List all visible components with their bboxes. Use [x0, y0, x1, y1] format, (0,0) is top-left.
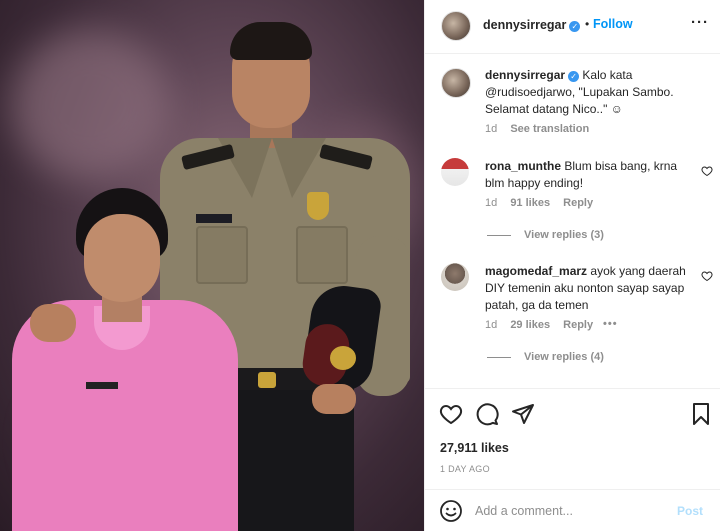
more-options-icon[interactable]: ···	[691, 14, 709, 31]
comment-username[interactable]: magomedaf_marz	[485, 264, 587, 278]
comment-age: 1d	[485, 197, 498, 209]
caption-username[interactable]: dennysirregar ✓	[485, 68, 580, 82]
post-date: 1 DAY AGO	[440, 464, 490, 474]
name-tag	[196, 214, 232, 223]
comment-options-icon[interactable]: •••	[603, 318, 618, 330]
belt-buckle	[258, 372, 276, 388]
comment-age: 1d	[485, 319, 498, 331]
heart-icon[interactable]	[439, 402, 463, 426]
post-image[interactable]	[0, 0, 424, 531]
reply-button[interactable]: Reply	[563, 197, 593, 209]
commenter-avatar[interactable]	[441, 263, 469, 291]
post-actions: 27,911 likes 1 DAY AGO	[425, 388, 720, 488]
comment-meta: 1d 91 likes Reply	[485, 197, 593, 209]
comment-like-count[interactable]: 29 likes	[510, 319, 550, 331]
bookmark-icon[interactable]	[689, 402, 713, 426]
backdrop-mottle	[10, 30, 170, 180]
comment-meta: 1d 29 likes Reply	[485, 319, 593, 331]
comment-username[interactable]: rona_munthe	[485, 159, 561, 173]
replies-divider	[487, 357, 511, 358]
comment: magomedaf_marz ayok yang daerah DIY teme…	[485, 263, 695, 314]
name-tag	[86, 382, 118, 389]
view-replies-button[interactable]: View replies (4)	[524, 351, 604, 363]
post-side-panel: dennysirregar ✓ • Follow ··· dennysirrega…	[424, 0, 720, 531]
cap-badge	[330, 346, 356, 370]
verified-badge-icon: ✓	[569, 21, 581, 32]
add-comment-bar: Post	[425, 489, 720, 531]
reply-button[interactable]: Reply	[563, 319, 593, 331]
see-translation-link[interactable]: See translation	[510, 123, 589, 135]
caption-age: 1d	[485, 123, 498, 135]
view-replies-button[interactable]: View replies (3)	[524, 229, 604, 241]
follow-button[interactable]: Follow	[593, 17, 633, 31]
caption-meta: 1d See translation	[485, 123, 589, 135]
shirt-pocket	[196, 226, 248, 284]
police-badge	[307, 192, 329, 220]
comment-icon[interactable]	[475, 402, 499, 426]
officer-hair	[230, 22, 312, 60]
commenter-avatar[interactable]	[441, 158, 469, 186]
post-comment-button[interactable]: Post	[677, 504, 703, 518]
author-avatar[interactable]	[441, 11, 471, 41]
like-comment-heart-icon[interactable]	[701, 165, 713, 177]
comment-input[interactable]	[475, 500, 665, 522]
caption: dennysirregar ✓ Kalo kata @rudisoedjarwo,…	[485, 67, 705, 118]
woman-face	[84, 214, 160, 302]
share-icon[interactable]	[511, 402, 535, 426]
post-header: dennysirregar ✓ • Follow ···	[425, 0, 720, 54]
replies-divider	[487, 235, 511, 236]
officer-collar	[272, 138, 326, 198]
author-username[interactable]: dennysirregar ✓	[483, 18, 581, 32]
caption-author-avatar[interactable]	[441, 68, 471, 98]
officer-hand-on-shoulder	[30, 304, 76, 342]
smiley-icon[interactable]	[439, 499, 463, 523]
like-count[interactable]: 27,911 likes	[440, 441, 509, 455]
comment: rona_munthe Blum bisa bang, krna blm hap…	[485, 158, 690, 192]
shirt-pocket	[296, 226, 348, 284]
like-comment-heart-icon[interactable]	[701, 270, 713, 282]
verified-badge-icon: ✓	[568, 71, 580, 82]
officer-hand	[312, 384, 356, 414]
separator-dot: •	[585, 17, 590, 31]
comment-like-count[interactable]: 91 likes	[510, 197, 550, 209]
